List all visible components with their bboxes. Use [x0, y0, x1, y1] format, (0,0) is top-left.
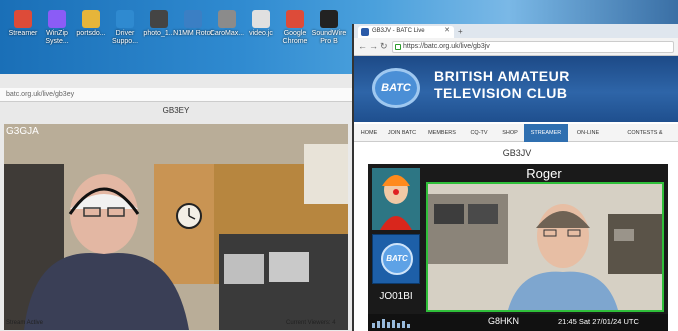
- menu-item-streamer[interactable]: STREAMER: [524, 124, 568, 142]
- player-timestamp: 21:45 Sat 27/01/24 UTC: [558, 317, 639, 326]
- desktop-icon-label: CaroMax...: [209, 30, 245, 37]
- menu-item-contests-[interactable]: CONTESTS &: [608, 124, 678, 142]
- locator-label: JO01BI: [379, 291, 413, 302]
- driver-icon: [116, 10, 134, 28]
- close-tab-icon[interactable]: ✕: [444, 26, 450, 34]
- batc-favicon-icon: [361, 28, 369, 36]
- lock-icon: [395, 44, 401, 50]
- nav-bar: ← → ↻ https://batc.org.uk/live/gb3jv: [354, 38, 678, 56]
- reload-icon[interactable]: ↻: [380, 41, 388, 52]
- soundwire-icon: [320, 10, 338, 28]
- site-menu: HOME JOIN BATC MEMBERS CQ-TV SHOP STREAMER ON-…: [354, 124, 678, 142]
- rotor-icon: [184, 10, 202, 28]
- url-text: https://batc.org.uk/live/gb3jv: [403, 43, 490, 50]
- player-callsign: G8HKN: [488, 316, 520, 326]
- left-browser-window: batc.org.uk/live/gb3ey GB3EY G3GJA Strea…: [0, 74, 352, 331]
- left-callsign: G3GJA: [6, 126, 39, 137]
- address-bar[interactable]: https://batc.org.uk/live/gb3jv: [392, 41, 674, 53]
- menu-item-on-line[interactable]: ON-LINE: [568, 124, 608, 142]
- stream-title: GB3JV: [502, 148, 532, 158]
- photo-icon: [150, 10, 168, 28]
- operator-name: Roger: [526, 166, 562, 181]
- screen: Streamer WinZip Syste... portsdo... Driver …: [0, 0, 678, 331]
- menu-item-join-batc[interactable]: JOIN BATC: [382, 124, 422, 142]
- chrome-icon: [14, 10, 32, 28]
- batc-logo[interactable]: BATC: [372, 68, 420, 108]
- chrome2-icon: [286, 10, 304, 28]
- site-banner: BATC BRITISH AMATEUR TELEVISION CLUB: [354, 56, 678, 122]
- desktop-icon-label: WinZip Syste...: [45, 30, 69, 45]
- new-tab-icon[interactable]: +: [458, 27, 463, 36]
- video-icon: [252, 10, 270, 28]
- menu-item-members[interactable]: MEMBERS: [422, 124, 462, 142]
- left-stream-title: GB3EY: [162, 106, 190, 115]
- menu-item-shop[interactable]: SHOP: [496, 124, 524, 142]
- batc-logo-small-text: BATC: [381, 243, 413, 275]
- site-title-line2: TELEVISION CLUB: [434, 85, 568, 101]
- site-title-line1: BRITISH AMATEUR: [434, 68, 570, 84]
- clown-thumbnail: [372, 168, 420, 230]
- viewer-count: Current Viewers: 4: [286, 320, 336, 326]
- desktop-icon-label: Streamer: [8, 30, 38, 37]
- winzip-icon: [48, 10, 66, 28]
- stream-status: Stream Active: [6, 320, 44, 326]
- menu-item-cq-tv[interactable]: CQ-TV: [462, 124, 496, 142]
- site-title: BRITISH AMATEUR TELEVISION CLUB: [434, 68, 570, 102]
- main-video-feed: [426, 182, 664, 312]
- desktop-icon-label: portsdo...: [76, 30, 106, 37]
- menu-item-home[interactable]: HOME: [356, 124, 382, 142]
- caromax-icon: [218, 10, 236, 28]
- batc-logo-small: BATC: [372, 234, 420, 284]
- tab-title: GB3JV - BATC Live: [372, 28, 425, 34]
- left-url-bar[interactable]: batc.org.uk/live/gb3ey: [0, 88, 352, 102]
- left-video-feed[interactable]: G3GJA Stream Active Current Viewers: 4: [4, 124, 348, 330]
- audio-level-icon: [372, 319, 410, 328]
- right-browser-window: GB3JV - BATC Live ✕ + ← → ↻ https://batc…: [352, 24, 678, 331]
- desktop-icon-soundwire[interactable]: SoundWire Pro B: [308, 10, 350, 46]
- desktop-icon-label: SoundWire Pro B: [311, 30, 347, 45]
- forward-icon[interactable]: →: [369, 41, 378, 51]
- desktop-icon-label: Driver Suppo...: [111, 30, 139, 45]
- desktop-icon-label: photo_1...: [143, 30, 175, 37]
- back-icon[interactable]: ←: [358, 41, 367, 51]
- shack-scene: [4, 124, 348, 330]
- folder-icon: [82, 10, 100, 28]
- tab-gb3jv[interactable]: GB3JV - BATC Live ✕: [358, 26, 454, 38]
- desktop-icon-label: video.jc: [249, 30, 273, 37]
- tab-bar: GB3JV - BATC Live ✕ +: [354, 24, 678, 38]
- video-player[interactable]: BATC JO01BI Roger G8HKN 21:45 Sat 27/01/…: [368, 164, 668, 331]
- desktop-icon-label: Google Chrome: [282, 30, 308, 45]
